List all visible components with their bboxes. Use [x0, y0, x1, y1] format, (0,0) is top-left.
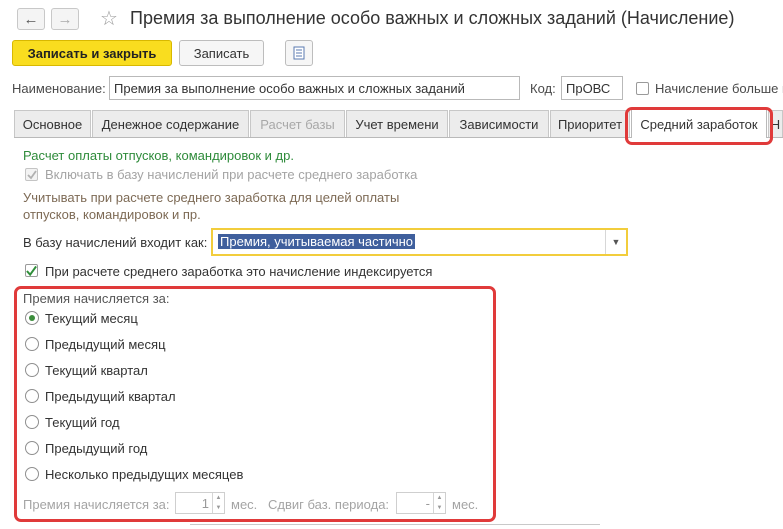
radio-label-current-quarter: Текущий квартал [45, 363, 148, 378]
window-title: Премия за выполнение особо важных и слож… [130, 8, 735, 28]
radio-current-quarter[interactable] [25, 363, 39, 377]
forward-button[interactable]: → [51, 8, 79, 30]
name-field[interactable]: Премия за выполнение особо важных и слож… [109, 76, 520, 100]
star-icon[interactable]: ☆ [100, 6, 118, 31]
radio-previous-year[interactable] [25, 441, 39, 455]
accrual-period-title: Премия начисляется за: [23, 291, 170, 306]
radio-label-several-months: Несколько предыдущих месяцев [45, 467, 244, 482]
shift-label: Сдвиг баз. периода: [268, 497, 390, 512]
radio-label-current-month: Текущий месяц [45, 311, 138, 326]
tab-dependencies[interactable]: Зависимости [449, 110, 549, 137]
save-button[interactable]: Записать [179, 40, 264, 66]
radio-previous-quarter[interactable] [25, 389, 39, 403]
radio-previous-month[interactable] [25, 337, 39, 351]
radio-current-month[interactable] [25, 311, 39, 325]
table-edge [190, 524, 600, 529]
months-label: Премия начисляется за: [23, 497, 170, 512]
radio-current-year[interactable] [25, 415, 39, 429]
note-line-2: отпусков, командировок и пр. [23, 207, 201, 222]
radio-label-previous-month: Предыдущий месяц [45, 337, 166, 352]
save-and-close-button[interactable]: Записать и закрыть [12, 40, 172, 66]
tab-salary[interactable]: Денежное содержание [92, 110, 249, 137]
radio-label-previous-quarter: Предыдущий квартал [45, 389, 176, 404]
tab-priority[interactable]: Приоритет [550, 110, 630, 137]
indexed-label: При расчете среднего заработка это начис… [45, 264, 433, 279]
back-button[interactable]: ← [17, 8, 45, 30]
radio-label-current-year: Текущий год [45, 415, 120, 430]
include-in-base-checkbox[interactable] [25, 168, 38, 181]
checkmark-icon [26, 169, 37, 179]
months-stepper[interactable]: 1 ▲ ▼ [175, 492, 225, 514]
tab-main[interactable]: Основное [14, 110, 91, 137]
extra-accrual-label: Начисление больше н [655, 81, 783, 96]
code-label: Код: [530, 81, 556, 96]
shift-unit: мес. [452, 497, 479, 512]
tab-base-calc[interactable]: Расчет базы [250, 110, 345, 137]
code-field[interactable]: ПрОВС [561, 76, 623, 100]
base-entry-value: Премия, учитываемая частично [218, 234, 416, 249]
include-in-base-label: Включать в базу начислений при расчете с… [45, 167, 418, 182]
arrow-right-icon: → [57, 10, 73, 28]
checkmark-icon [26, 265, 37, 276]
base-entry-select[interactable]: Премия, учитываемая частично ▼ [211, 228, 628, 256]
tab-highlight [625, 107, 773, 145]
radio-several-months[interactable] [25, 467, 39, 481]
months-value: 1 [201, 495, 209, 511]
months-unit: мес. [231, 497, 258, 512]
chevron-down-icon[interactable]: ▼ [605, 230, 626, 254]
indexed-checkbox[interactable] [25, 264, 38, 277]
note-line-1: Учитывать при расчете среднего заработка… [23, 190, 400, 205]
report-button[interactable] [285, 40, 313, 66]
name-label: Наименование: [12, 81, 106, 96]
section-title: Расчет оплаты отпусков, командировок и д… [23, 148, 294, 163]
stepper-arrows-icon[interactable]: ▲ ▼ [212, 493, 224, 513]
shift-stepper[interactable]: - ▲ ▼ [396, 492, 446, 514]
document-list-icon [293, 46, 305, 60]
base-entry-label: В базу начислений входит как: [23, 235, 208, 250]
arrow-left-icon: ← [23, 10, 39, 28]
tab-time-accounting[interactable]: Учет времени [346, 110, 448, 137]
extra-accrual-checkbox[interactable] [636, 82, 649, 95]
shift-value: - [425, 495, 430, 511]
stepper-arrows-icon[interactable]: ▲ ▼ [433, 493, 445, 513]
radio-label-previous-year: Предыдущий год [45, 441, 148, 456]
